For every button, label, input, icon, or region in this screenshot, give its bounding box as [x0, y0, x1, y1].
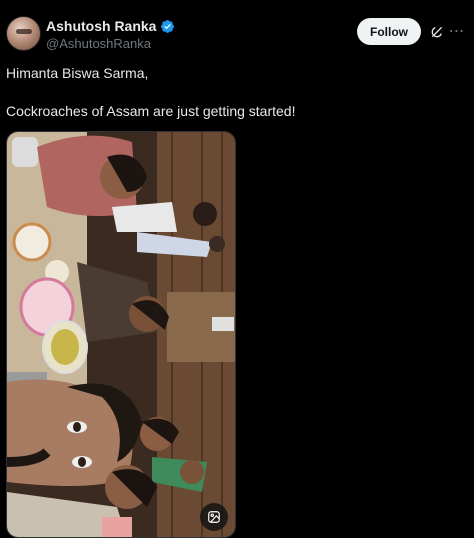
post-header: Ashutosh Ranka @AshutoshRanka Follow ⋯ [6, 16, 466, 56]
follow-button[interactable]: Follow [357, 18, 421, 45]
photo-illustration [7, 132, 235, 537]
grok-icon[interactable] [429, 24, 445, 40]
post-text: Himanta Biswa Sarma, Cockroaches of Assa… [6, 63, 466, 121]
author-name-row[interactable]: Ashutosh Ranka [46, 18, 175, 34]
more-icon[interactable]: ⋯ [447, 22, 467, 42]
post-line-1: Himanta Biswa Sarma, [6, 65, 149, 81]
author-handle[interactable]: @AshutoshRanka [46, 36, 151, 51]
author-name[interactable]: Ashutosh Ranka [46, 18, 156, 34]
post-photo[interactable] [6, 131, 236, 538]
verified-badge-icon [161, 19, 175, 33]
post-line-2: Cockroaches of Assam are just getting st… [6, 103, 296, 119]
avatar[interactable] [6, 16, 41, 51]
image-description-icon[interactable] [200, 503, 228, 531]
